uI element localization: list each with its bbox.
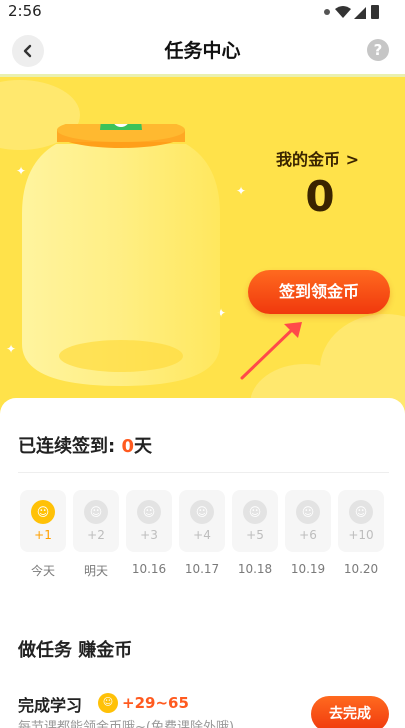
checkin-calendar: ☺ +1 今天 ☺ +2 明天 ☺ +3 10.16 ☺ +4 10.17 ☺ +5 10.18 ☺ +6 10.… <box>20 490 388 580</box>
checkin-day-box: ☺ +10 <box>338 490 384 552</box>
checkin-day-label: 10.17 <box>184 562 220 576</box>
coin-icon: ☺ <box>137 500 161 524</box>
coin-icon: ☺ <box>190 500 214 524</box>
checkin-streak: 已连续签到: 0天 <box>18 432 152 458</box>
signal-icon <box>354 7 366 19</box>
streak-suffix: 天 <box>134 436 152 457</box>
arrow-pointer-icon <box>240 322 302 380</box>
task-description: 每节课都能领金币哦~(免费课除外哦) <box>18 720 235 728</box>
coin-icon: ☺ <box>349 500 373 524</box>
streak-count: 0 <box>121 436 134 457</box>
coin-jar-illustration <box>22 124 220 386</box>
checkin-day-box: ☺ +5 <box>232 490 278 552</box>
coins-balance: 0 <box>305 172 335 221</box>
battery-icon <box>371 5 379 19</box>
sparkle-icon: ✦ <box>236 184 247 198</box>
header: 任务中心 ? <box>0 24 405 74</box>
status-bar: 2:56 <box>0 0 405 24</box>
wifi-icon <box>335 6 351 18</box>
checkin-day-label: 10.18 <box>237 562 273 576</box>
checkin-button[interactable]: 签到领金币 <box>248 270 390 314</box>
checkin-day: ☺ +3 10.16 <box>126 490 172 576</box>
mascot-icon <box>100 124 142 130</box>
checkin-day-amount: +5 <box>246 528 264 542</box>
checkin-day-box: ☺ +2 <box>73 490 119 552</box>
coin-icon: ☺ <box>31 500 55 524</box>
my-coins-link[interactable]: 我的金币 > <box>276 146 359 170</box>
tasks-section-title: 做任务 赚金币 <box>18 640 133 661</box>
checkin-day-label: 10.16 <box>131 562 167 576</box>
checkin-day-amount: +3 <box>140 528 158 542</box>
divider <box>18 472 389 473</box>
checkin-day-amount: +2 <box>87 528 105 542</box>
checkin-day-amount: +4 <box>193 528 211 542</box>
checkin-day-label: 今天 <box>30 564 55 578</box>
status-icons <box>324 5 379 19</box>
checkin-day-amount: +10 <box>348 528 374 542</box>
checkin-day-amount: +6 <box>299 528 317 542</box>
status-time: 2:56 <box>8 2 42 20</box>
checkin-day-box: ☺ +6 <box>285 490 331 552</box>
coin-icon: ☺ <box>243 500 267 524</box>
tasks-card: 已连续签到: 0天 ☺ +1 今天 ☺ +2 明天 ☺ +3 10.16 ☺ +4 10.17 ☺ +5 1… <box>0 398 405 728</box>
checkin-day-box: ☺ +4 <box>179 490 225 552</box>
coin-hero: ✦ ✦ ✦ ✦ 我的金币 > 0 签到领金币 <box>0 74 405 414</box>
checkin-day: ☺ +10 10.20 <box>338 490 384 576</box>
checkin-day-box: ☺ +1 <box>20 490 66 552</box>
sparkle-icon: ✦ <box>6 342 17 356</box>
checkin-day: ☺ +2 明天 <box>73 490 119 579</box>
page-title: 任务中心 <box>164 40 241 62</box>
coin-icon: ☺ <box>84 500 108 524</box>
coin-icon: ☺ <box>296 500 320 524</box>
status-dot-icon <box>324 9 330 15</box>
checkin-day-amount: +1 <box>34 528 52 542</box>
hero-top-border <box>0 74 405 77</box>
task-reward: +29~65 <box>122 694 189 712</box>
checkin-day-box: ☺ +3 <box>126 490 172 552</box>
task-complete-button[interactable]: 去完成 <box>311 696 389 728</box>
coin-icon: ☺ <box>98 693 118 713</box>
checkin-day: ☺ +4 10.17 <box>179 490 225 576</box>
checkin-day: ☺ +1 今天 <box>20 490 66 579</box>
help-icon[interactable]: ? <box>367 39 389 61</box>
checkin-day-label: 10.20 <box>343 562 379 576</box>
checkin-day: ☺ +5 10.18 <box>232 490 278 576</box>
task-name: 完成学习 <box>18 696 83 715</box>
checkin-day: ☺ +6 10.19 <box>285 490 331 576</box>
checkin-day-label: 10.19 <box>290 562 326 576</box>
checkin-day-label: 明天 <box>83 564 108 578</box>
streak-prefix: 已连续签到: <box>18 436 122 457</box>
